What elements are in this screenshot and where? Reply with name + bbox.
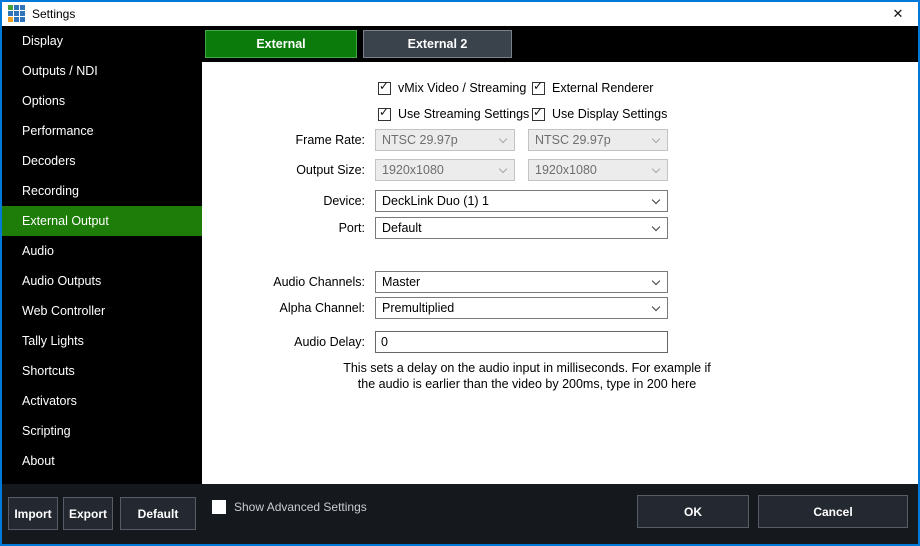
checkbox-checked-icon: ✓ xyxy=(532,82,545,95)
chevron-down-icon xyxy=(652,303,660,311)
default-button[interactable]: Default xyxy=(120,497,196,530)
vmix-video-streaming-label: vMix Video / Streaming xyxy=(398,81,526,95)
chevron-down-icon xyxy=(652,135,660,143)
output-size-row: Output Size: 1920x1080 1920x1080 xyxy=(202,159,918,181)
frame-rate-row: Frame Rate: NTSC 29.97p NTSC 29.97p xyxy=(202,129,918,151)
checkbox-unchecked-icon xyxy=(212,500,226,514)
device-label: Device: xyxy=(202,190,365,212)
use-display-settings-label: Use Display Settings xyxy=(552,107,667,121)
tab-external[interactable]: External xyxy=(205,30,357,58)
output-size-label: Output Size: xyxy=(202,159,365,181)
alpha-channel-label: Alpha Channel: xyxy=(202,297,365,319)
output-size-select-2[interactable]: 1920x1080 xyxy=(528,159,668,181)
sidebar-item-external-output[interactable]: External Output xyxy=(2,206,202,236)
port-label: Port: xyxy=(202,217,365,239)
settings-window: Settings ✕ Display Outputs / NDI Options… xyxy=(0,0,920,546)
window-title: Settings xyxy=(32,2,75,26)
show-advanced-settings-label: Show Advanced Settings xyxy=(234,500,367,514)
use-display-settings-checkbox[interactable]: ✓ Use Display Settings xyxy=(532,106,667,122)
sidebar-item-audio-outputs[interactable]: Audio Outputs xyxy=(2,266,202,296)
audio-delay-help-text: This sets a delay on the audio input in … xyxy=(342,360,712,392)
port-row: Port: Default xyxy=(202,217,918,239)
tab-external-2[interactable]: External 2 xyxy=(363,30,512,58)
sidebar-item-outputs-ndi[interactable]: Outputs / NDI xyxy=(2,56,202,86)
sidebar-item-about[interactable]: About xyxy=(2,446,202,476)
sidebar-item-web-controller[interactable]: Web Controller xyxy=(2,296,202,326)
checkbox-checked-icon: ✓ xyxy=(378,108,391,121)
vmix-video-streaming-checkbox[interactable]: ✓ vMix Video / Streaming xyxy=(378,80,526,96)
checkbox-checked-icon: ✓ xyxy=(378,82,391,95)
external-renderer-label: External Renderer xyxy=(552,81,653,95)
audio-channels-row: Audio Channels: Master xyxy=(202,271,918,293)
audio-delay-label: Audio Delay: xyxy=(202,331,365,353)
ok-button[interactable]: OK xyxy=(637,495,749,528)
port-select[interactable]: Default xyxy=(375,217,668,239)
sidebar-item-activators[interactable]: Activators xyxy=(2,386,202,416)
import-button[interactable]: Import xyxy=(8,497,58,530)
frame-rate-select-2[interactable]: NTSC 29.97p xyxy=(528,129,668,151)
settings-sidebar: Display Outputs / NDI Options Performanc… xyxy=(2,26,202,484)
footer-bar: Import Export Default Show Advanced Sett… xyxy=(2,484,918,544)
close-icon[interactable]: ✕ xyxy=(886,4,910,24)
sidebar-item-scripting[interactable]: Scripting xyxy=(2,416,202,446)
sidebar-item-tally-lights[interactable]: Tally Lights xyxy=(2,326,202,356)
alpha-channel-row: Alpha Channel: Premultiplied xyxy=(202,297,918,319)
sidebar-item-performance[interactable]: Performance xyxy=(2,116,202,146)
audio-channels-select[interactable]: Master xyxy=(375,271,668,293)
chevron-down-icon xyxy=(499,135,507,143)
sidebar-item-shortcuts[interactable]: Shortcuts xyxy=(2,356,202,386)
audio-delay-row: Audio Delay: xyxy=(202,331,918,353)
audio-delay-input[interactable] xyxy=(375,331,668,353)
chevron-down-icon xyxy=(499,165,507,173)
chevron-down-icon xyxy=(652,223,660,231)
external-output-panel: ✓ vMix Video / Streaming ✓ External Rend… xyxy=(202,62,918,484)
tab-strip: External External 2 xyxy=(202,26,918,62)
cancel-button[interactable]: Cancel xyxy=(758,495,908,528)
show-advanced-settings-checkbox[interactable]: Show Advanced Settings xyxy=(212,499,367,515)
vmix-logo-icon xyxy=(8,5,25,22)
use-streaming-settings-checkbox[interactable]: ✓ Use Streaming Settings xyxy=(378,106,529,122)
alpha-channel-select[interactable]: Premultiplied xyxy=(375,297,668,319)
checkbox-checked-icon: ✓ xyxy=(532,108,545,121)
frame-rate-label: Frame Rate: xyxy=(202,129,365,151)
chevron-down-icon xyxy=(652,165,660,173)
audio-channels-label: Audio Channels: xyxy=(202,271,365,293)
title-bar: Settings ✕ xyxy=(2,2,918,26)
export-button[interactable]: Export xyxy=(63,497,113,530)
use-streaming-settings-label: Use Streaming Settings xyxy=(398,107,529,121)
sidebar-item-recording[interactable]: Recording xyxy=(2,176,202,206)
sidebar-item-display[interactable]: Display xyxy=(2,26,202,56)
sidebar-item-decoders[interactable]: Decoders xyxy=(2,146,202,176)
sidebar-item-audio[interactable]: Audio xyxy=(2,236,202,266)
device-row: Device: DeckLink Duo (1) 1 xyxy=(202,190,918,212)
chevron-down-icon xyxy=(652,196,660,204)
external-renderer-checkbox[interactable]: ✓ External Renderer xyxy=(532,80,653,96)
output-size-select-1[interactable]: 1920x1080 xyxy=(375,159,515,181)
frame-rate-select-1[interactable]: NTSC 29.97p xyxy=(375,129,515,151)
chevron-down-icon xyxy=(652,277,660,285)
sidebar-item-options[interactable]: Options xyxy=(2,86,202,116)
device-select[interactable]: DeckLink Duo (1) 1 xyxy=(375,190,668,212)
